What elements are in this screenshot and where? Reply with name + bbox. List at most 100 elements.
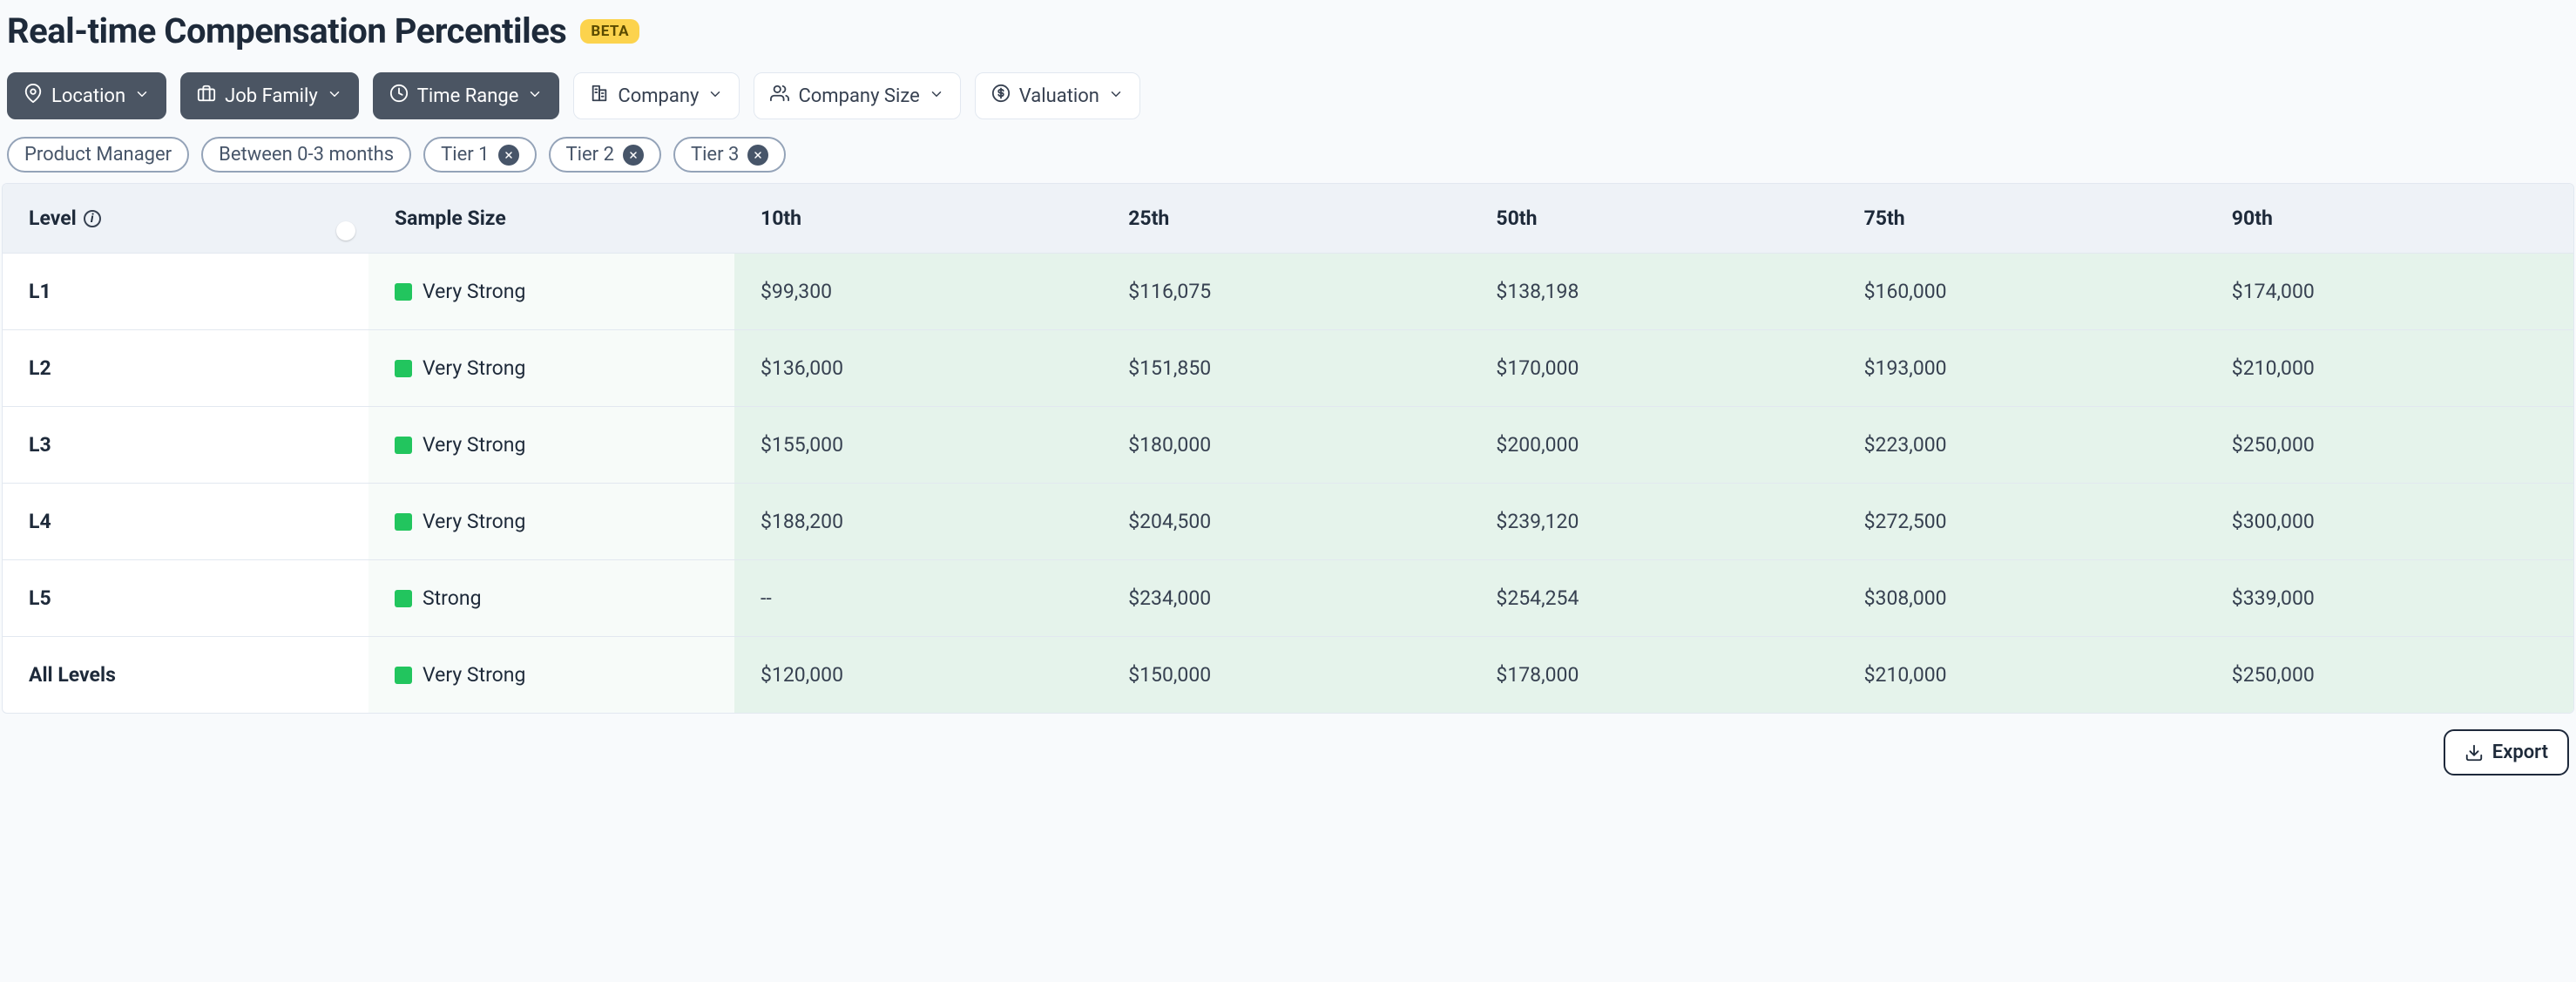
chip-close-icon[interactable]: [747, 145, 768, 166]
export-button[interactable]: Export: [2444, 729, 2569, 775]
cell-90th: $300,000: [2206, 484, 2573, 559]
sample-strength-icon: [395, 590, 412, 607]
cell-25th: $204,500: [1102, 484, 1470, 559]
sample-label: Very Strong: [423, 510, 525, 533]
cell-level: All Levels: [3, 637, 368, 713]
dollar-icon: [991, 84, 1011, 108]
filter-label: Valuation: [1019, 85, 1099, 107]
table-row: All LevelsVery Strong$120,000$150,000$17…: [3, 636, 2573, 713]
pin-icon: [24, 84, 43, 108]
col-header-level-label: Level: [29, 207, 77, 230]
cell-sample: Very Strong: [368, 254, 734, 329]
cell-25th: $150,000: [1102, 637, 1470, 713]
table-row: L5Strong--$234,000$254,254$308,000$339,0…: [3, 559, 2573, 636]
cell-90th: $339,000: [2206, 560, 2573, 636]
chip-tier-3[interactable]: Tier 3: [673, 137, 786, 173]
chip-time-0-3[interactable]: Between 0-3 months: [201, 137, 411, 173]
chip-product-manager[interactable]: Product Manager: [7, 137, 189, 173]
chevron-down-icon: [1108, 85, 1124, 107]
cell-level: L5: [3, 560, 368, 636]
table-row: L3 Very Strong $155,000$180,000$200,000$22…: [3, 406, 2573, 483]
cell-sample: Very Strong: [368, 637, 734, 713]
cell-75th: $210,000: [1838, 637, 2206, 713]
sample-strength-icon: [395, 513, 412, 531]
table-header-row: Level i Sample Size 10th 25th 50th 75th …: [3, 184, 2573, 253]
chip-close-icon[interactable]: [498, 145, 519, 166]
chevron-down-icon: [134, 85, 150, 107]
cell-75th: $308,000: [1838, 560, 2206, 636]
sample-strength-icon: [395, 667, 412, 684]
filter-time-range[interactable]: Time Range: [373, 72, 560, 119]
cell-90th: $210,000: [2206, 330, 2573, 406]
cell-sample: Very Strong: [368, 407, 734, 483]
cell-50th: $254,254: [1470, 560, 1837, 636]
col-header-75th: 75th: [1838, 184, 2206, 253]
chip-tier-1[interactable]: Tier 1: [423, 137, 536, 173]
briefcase-icon: [197, 84, 216, 108]
cell-75th: $193,000: [1838, 330, 2206, 406]
col-header-sample: Sample Size: [368, 184, 734, 253]
cell-level: L3: [3, 407, 368, 483]
cell-75th: $223,000: [1838, 407, 2206, 483]
filter-label: Location: [51, 85, 125, 107]
cell-sample: Very Strong: [368, 484, 734, 559]
cell-50th: $170,000: [1470, 330, 1837, 406]
cell-level: L1: [3, 254, 368, 329]
cell-50th: $138,198: [1470, 254, 1837, 329]
cell-25th: $151,850: [1102, 330, 1470, 406]
chip-tier-2[interactable]: Tier 2: [549, 137, 661, 173]
chip-label: Tier 1: [441, 144, 489, 166]
info-icon[interactable]: i: [84, 210, 101, 227]
chevron-down-icon: [929, 85, 944, 107]
percentile-table: Level i Sample Size 10th 25th 50th 75th …: [2, 183, 2574, 714]
cell-90th: $174,000: [2206, 254, 2573, 329]
table-row: L2Very Strong$136,000$151,850$170,000$19…: [3, 329, 2573, 406]
cell-50th: $239,120: [1470, 484, 1837, 559]
sample-strength-icon: [395, 437, 412, 454]
chevron-down-icon: [327, 85, 342, 107]
cell-50th: $178,000: [1470, 637, 1837, 713]
clock-icon: [389, 84, 409, 108]
sample-strength-icon: [395, 360, 412, 377]
chip-close-icon[interactable]: [623, 145, 644, 166]
chip-label: Tier 3: [691, 144, 739, 166]
cell-sample: Strong: [368, 560, 734, 636]
filter-valuation[interactable]: Valuation: [975, 72, 1140, 119]
cell-75th: $160,000: [1838, 254, 2206, 329]
chevron-down-icon: [527, 85, 543, 107]
filter-bar: Location Job Family Time Range Company Compa…: [2, 72, 2574, 137]
building-icon: [590, 84, 609, 108]
beta-badge: BETA: [580, 19, 639, 44]
cell-90th: $250,000: [2206, 637, 2573, 713]
table-row: L4Very Strong$188,200$204,500$239,120$27…: [3, 483, 2573, 559]
filter-job-family[interactable]: Job Family: [180, 72, 359, 119]
chip-label: Between 0-3 months: [219, 144, 394, 166]
chevron-down-icon: [707, 85, 723, 107]
chip-bar: Product Manager Between 0-3 months Tier 1 T…: [2, 137, 2574, 183]
download-icon: [2464, 743, 2484, 762]
cell-10th: $99,300: [734, 254, 1102, 329]
cell-10th: $155,000: [734, 407, 1102, 483]
cell-25th: $234,000: [1102, 560, 1470, 636]
filter-company-size[interactable]: Company Size: [754, 72, 960, 119]
people-icon: [770, 84, 789, 108]
cell-25th: $116,075: [1102, 254, 1470, 329]
filter-company[interactable]: Company: [573, 72, 740, 119]
filter-label: Time Range: [417, 85, 519, 107]
col-header-25th: 25th: [1102, 184, 1470, 253]
cell-25th: $180,000: [1102, 407, 1470, 483]
cell-level: L2: [3, 330, 368, 406]
sample-label: Very Strong: [423, 433, 525, 457]
col-header-90th: 90th: [2206, 184, 2573, 253]
cell-50th: $200,000: [1470, 407, 1837, 483]
col-header-10th: 10th: [734, 184, 1102, 253]
filter-label: Company Size: [798, 85, 919, 107]
cell-10th: $188,200: [734, 484, 1102, 559]
cell-10th: --: [734, 560, 1102, 636]
filter-label: Job Family: [225, 85, 318, 107]
cell-sample: Very Strong: [368, 330, 734, 406]
chip-label: Product Manager: [24, 144, 172, 166]
sample-label: Very Strong: [423, 356, 525, 380]
col-header-50th: 50th: [1470, 184, 1837, 253]
filter-location[interactable]: Location: [7, 72, 166, 119]
